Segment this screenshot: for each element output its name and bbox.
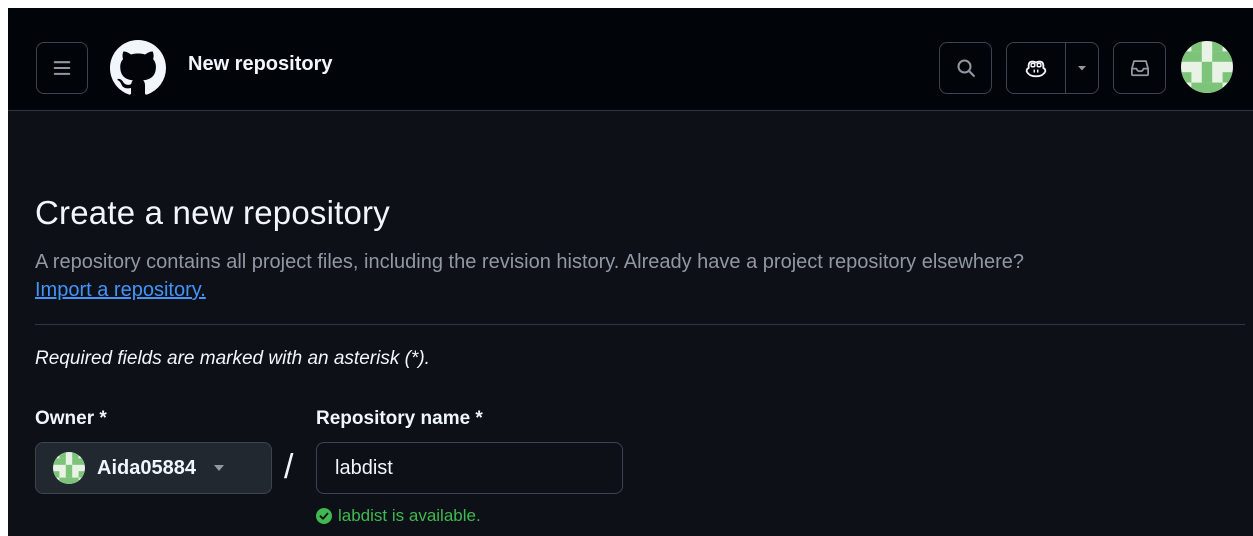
triangle-down-icon — [213, 465, 224, 471]
owner-avatar — [53, 452, 85, 484]
hamburger-menu-icon — [53, 61, 71, 75]
search-button[interactable] — [939, 42, 992, 94]
divider — [35, 324, 1245, 325]
description-text: A repository contains all project files,… — [35, 251, 1025, 273]
inbox-button[interactable] — [1113, 42, 1166, 94]
copilot-button[interactable] — [1007, 43, 1066, 93]
required-fields-note: Required fields are marked with an aster… — [35, 348, 430, 369]
page-description: A repository contains all project files,… — [35, 248, 1245, 304]
avatar — [53, 452, 85, 484]
owner-name: Aida05884 — [97, 456, 196, 479]
inbox-icon — [1130, 60, 1149, 77]
user-avatar[interactable] — [1181, 41, 1233, 93]
page-heading: Create a new repository — [35, 194, 390, 231]
search-icon — [957, 59, 975, 77]
copilot-dropdown-button[interactable] — [1066, 43, 1098, 93]
copilot-button-group — [1006, 42, 1099, 94]
repository-name-input[interactable] — [316, 442, 623, 494]
owner-repo-separator: / — [284, 448, 294, 486]
repository-name-label: Repository name * — [316, 408, 483, 429]
owner-label: Owner * — [35, 408, 107, 429]
availability-text: labdist is available. — [338, 506, 481, 525]
owner-select[interactable]: Aida05884 — [35, 442, 272, 494]
page-title: New repository — [188, 53, 333, 75]
copilot-icon — [1025, 60, 1047, 78]
page: New repository Create a new repository A… — [8, 8, 1253, 536]
import-repository-link[interactable]: Import a repository. — [35, 279, 206, 301]
top-header: New repository — [8, 8, 1253, 111]
avatar — [1181, 41, 1233, 93]
triangle-down-icon — [1078, 66, 1086, 71]
check-circle-fill-icon — [316, 508, 332, 524]
github-logo-icon[interactable] — [110, 40, 166, 96]
menu-button[interactable] — [36, 42, 88, 94]
availability-message: labdist is available. — [316, 506, 481, 526]
